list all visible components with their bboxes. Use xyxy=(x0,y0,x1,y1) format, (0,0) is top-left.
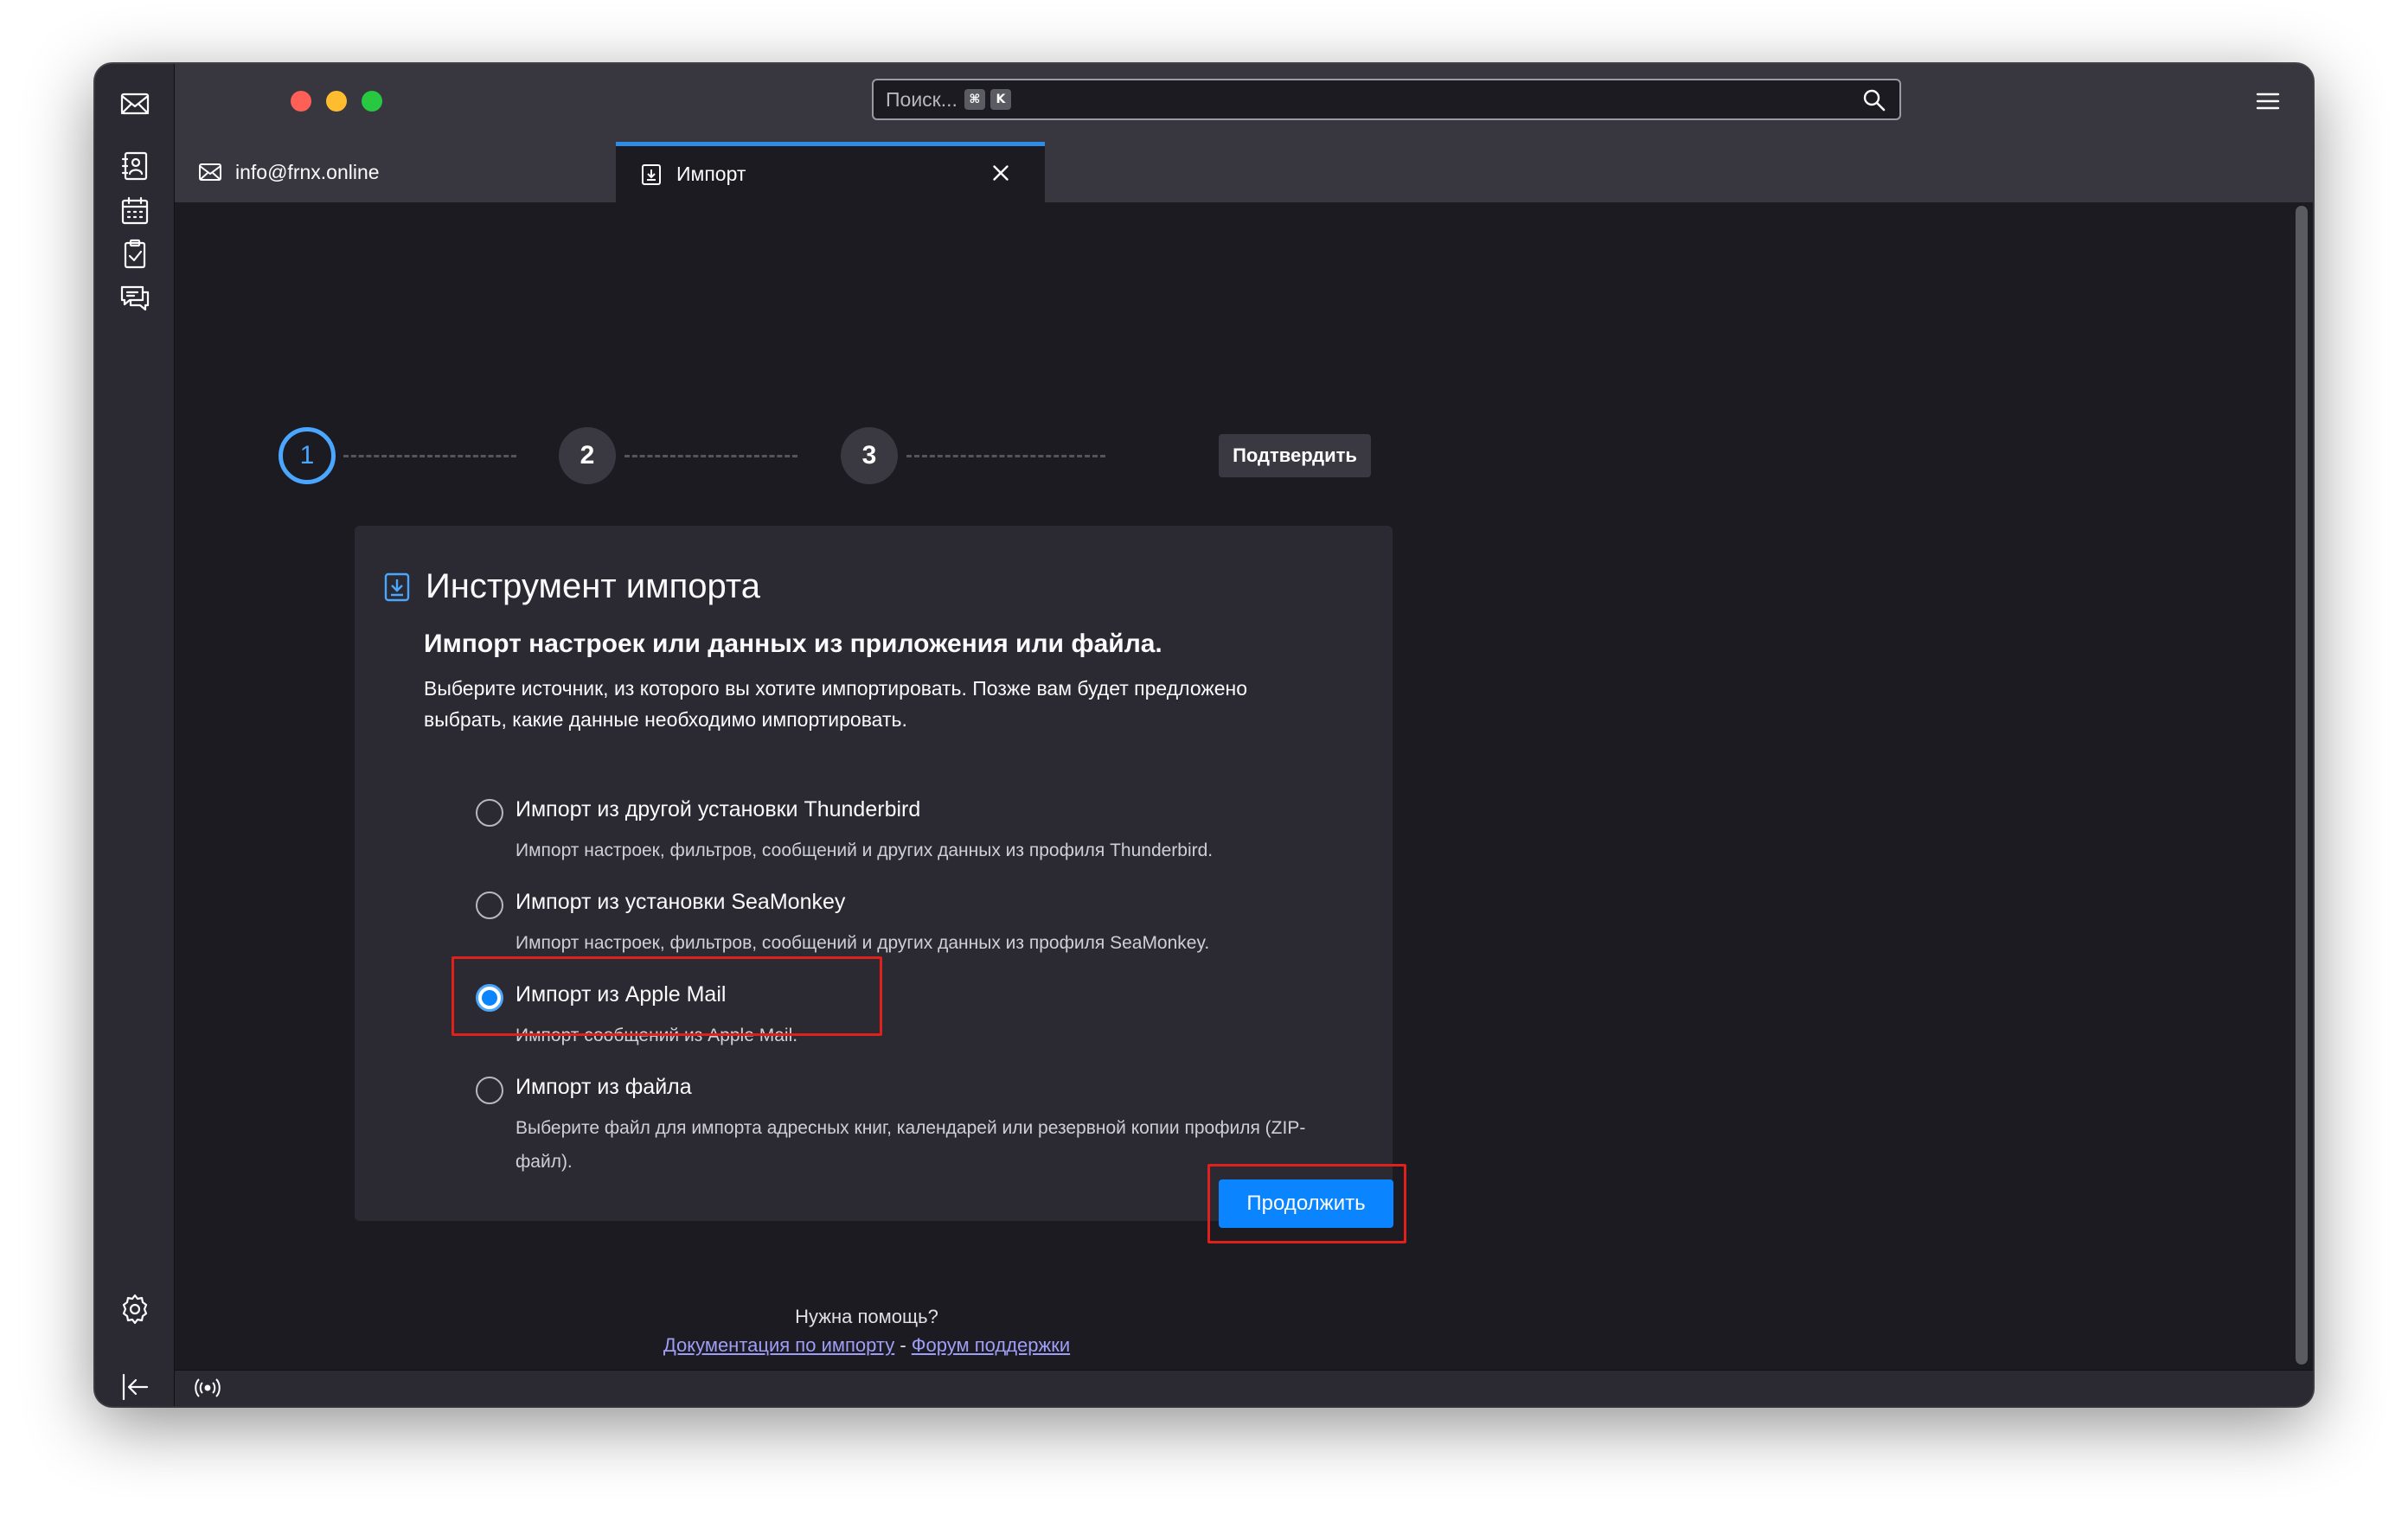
import-icon xyxy=(642,163,661,185)
card-header: Инструмент импорта xyxy=(379,567,760,606)
settings-icon[interactable] xyxy=(114,1288,156,1330)
step-1: 1 xyxy=(279,427,336,484)
import-page: 1 2 3 Подтвердить Инструмент импорта Имп… xyxy=(175,202,2313,1370)
calendar-icon[interactable] xyxy=(114,190,156,232)
tab-mail[interactable]: info@frnx.online xyxy=(175,142,614,202)
radio-thunderbird[interactable] xyxy=(476,799,503,827)
step-connector xyxy=(343,455,516,457)
close-window-button[interactable] xyxy=(291,91,311,112)
collapse-icon[interactable] xyxy=(114,1366,156,1406)
option-thunderbird[interactable]: Импорт из другой установки Thunderbird И… xyxy=(476,797,1341,866)
forum-link[interactable]: Форум поддержки xyxy=(912,1334,1070,1356)
step-2: 2 xyxy=(559,427,616,484)
step-confirm: Подтвердить xyxy=(1219,434,1371,477)
docs-link[interactable]: Документация по импорту xyxy=(663,1334,894,1356)
radio-seamonkey[interactable] xyxy=(476,892,503,919)
app-menu-icon[interactable] xyxy=(2254,88,2282,114)
scrollbar[interactable] xyxy=(2296,206,2308,1365)
option-thunderbird-label: Импорт из другой установки Thunderbird xyxy=(516,797,921,821)
address-book-icon[interactable] xyxy=(114,145,156,187)
import-card: Инструмент импорта Импорт настроек или д… xyxy=(355,526,1393,1221)
annotation-highlight xyxy=(452,956,882,1036)
close-icon[interactable] xyxy=(988,160,1014,186)
search-icon[interactable] xyxy=(1861,87,1887,113)
card-description: Выберите источник, из которого вы хотите… xyxy=(424,677,1248,731)
option-thunderbird-desc: Импорт настроек, фильтров, сообщений и д… xyxy=(516,841,1214,860)
shortcut-k-key: K xyxy=(989,89,1011,110)
mail-icon[interactable] xyxy=(114,83,156,125)
title-bar: Поиск... ⌘ K xyxy=(175,64,2313,142)
status-bar xyxy=(175,1370,2313,1406)
shortcut-cmd-key: ⌘ xyxy=(964,89,985,110)
help-question: Нужна помощь? xyxy=(795,1306,938,1327)
spaces-toolbar xyxy=(95,64,175,1406)
annotation-highlight xyxy=(1207,1164,1406,1243)
tab-import[interactable]: Импорт xyxy=(616,142,1045,202)
mail-tab-icon xyxy=(199,163,221,181)
tab-strip: info@frnx.online Импорт xyxy=(175,142,2313,202)
radio-file[interactable] xyxy=(476,1077,503,1104)
option-file-label: Импорт из файла xyxy=(516,1075,692,1099)
card-subtitle: Импорт настроек или данных из приложения… xyxy=(424,630,1162,658)
minimize-window-button[interactable] xyxy=(326,91,347,112)
step-3: 3 xyxy=(841,427,898,484)
tab-import-label: Импорт xyxy=(676,163,746,185)
online-status-icon[interactable] xyxy=(192,1376,223,1400)
app-window: Поиск... ⌘ K info@frnx.online Импорт 1 2… xyxy=(95,64,2313,1406)
zoom-window-button[interactable] xyxy=(362,91,382,112)
chat-icon[interactable] xyxy=(114,277,156,318)
option-file[interactable]: Импорт из файла Выберите файл для импорт… xyxy=(476,1075,1341,1179)
step-connector xyxy=(624,455,797,457)
step-connector xyxy=(906,455,1105,457)
tab-mail-label: info@frnx.online xyxy=(235,160,380,183)
page-title: Инструмент импорта xyxy=(426,567,761,605)
link-separator: - xyxy=(894,1334,912,1356)
help-links: Документация по импорту - Форум поддержк… xyxy=(555,1334,1178,1357)
tasks-icon[interactable] xyxy=(114,233,156,275)
option-seamonkey[interactable]: Импорт из установки SeaMonkey Импорт нас… xyxy=(476,890,1341,959)
option-seamonkey-label: Импорт из установки SeaMonkey xyxy=(516,890,846,914)
search-placeholder: Поиск... xyxy=(886,87,957,111)
import-tool-icon xyxy=(384,572,410,601)
option-seamonkey-desc: Импорт настроек, фильтров, сообщений и д… xyxy=(516,933,1210,953)
search-input[interactable]: Поиск... ⌘ K xyxy=(872,79,1901,120)
